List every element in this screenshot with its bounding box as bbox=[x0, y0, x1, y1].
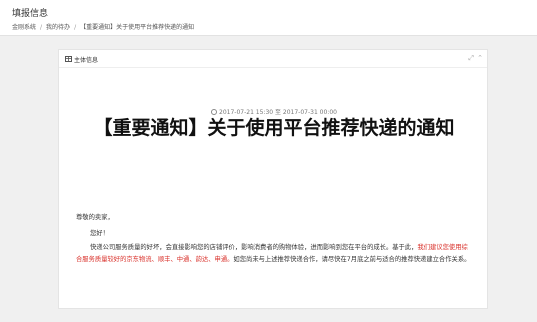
notice-title: 【重要通知】关于使用平台推荐快递的通知 bbox=[93, 117, 455, 139]
notice-body: 尊敬的卖家， 您好！ 快递公司服务质量的好坏，会直接影响您的店铺评价，影响消费者… bbox=[76, 212, 472, 265]
breadcrumb-item-todo[interactable]: 我的待办 bbox=[46, 24, 70, 31]
table-icon bbox=[65, 56, 72, 62]
body-paragraph: 快递公司服务质量的好坏，会直接影响您的店铺评价，影响消费者的购物体验，进而影响到… bbox=[76, 242, 472, 265]
breadcrumb: 金刚系统 / 我的待办 / 【重要通知】关于使用平台推荐快递的通知 bbox=[12, 22, 194, 31]
paragraph-text: 快递公司服务质量的好坏，会直接影响您的店铺评价，影响消费者的购物体验，进而影响到… bbox=[90, 244, 418, 251]
expand-icon[interactable]: ⤢ bbox=[468, 54, 474, 63]
breadcrumb-item-system[interactable]: 金刚系统 bbox=[12, 24, 36, 31]
notice-date: 2017-07-21 15:30 至 2017-07-31 00:00 bbox=[59, 107, 487, 116]
date-range: 2017-07-21 15:30 至 2017-07-31 00:00 bbox=[219, 109, 337, 116]
chevron-up-icon[interactable]: ⌃ bbox=[477, 54, 483, 62]
breadcrumb-item-current: 【重要通知】关于使用平台推荐快递的通知 bbox=[80, 24, 195, 31]
panel-header: 主体信息 ⤢ ⌃ bbox=[59, 50, 487, 68]
page-title: 填报信息 bbox=[12, 9, 49, 19]
hello-text: 您好！ bbox=[90, 229, 109, 237]
paragraph-text-end: 如您尚未与上述推荐快递合作，请尽快在7月底之前与适合的推荐快递建立合作关系。 bbox=[233, 255, 471, 263]
main-info-panel: 主体信息 ⤢ ⌃ 2017-07-21 15:30 至 2017-07-31 0… bbox=[58, 49, 488, 309]
top-bar: 填报信息 金刚系统 / 我的待办 / 【重要通知】关于使用平台推荐快递的通知 bbox=[0, 0, 537, 36]
breadcrumb-separator: / bbox=[40, 24, 43, 31]
greeting: 尊敬的卖家， bbox=[76, 214, 114, 221]
breadcrumb-separator: / bbox=[74, 24, 77, 31]
panel-title: 主体信息 bbox=[74, 57, 99, 64]
clock-icon bbox=[211, 109, 218, 115]
